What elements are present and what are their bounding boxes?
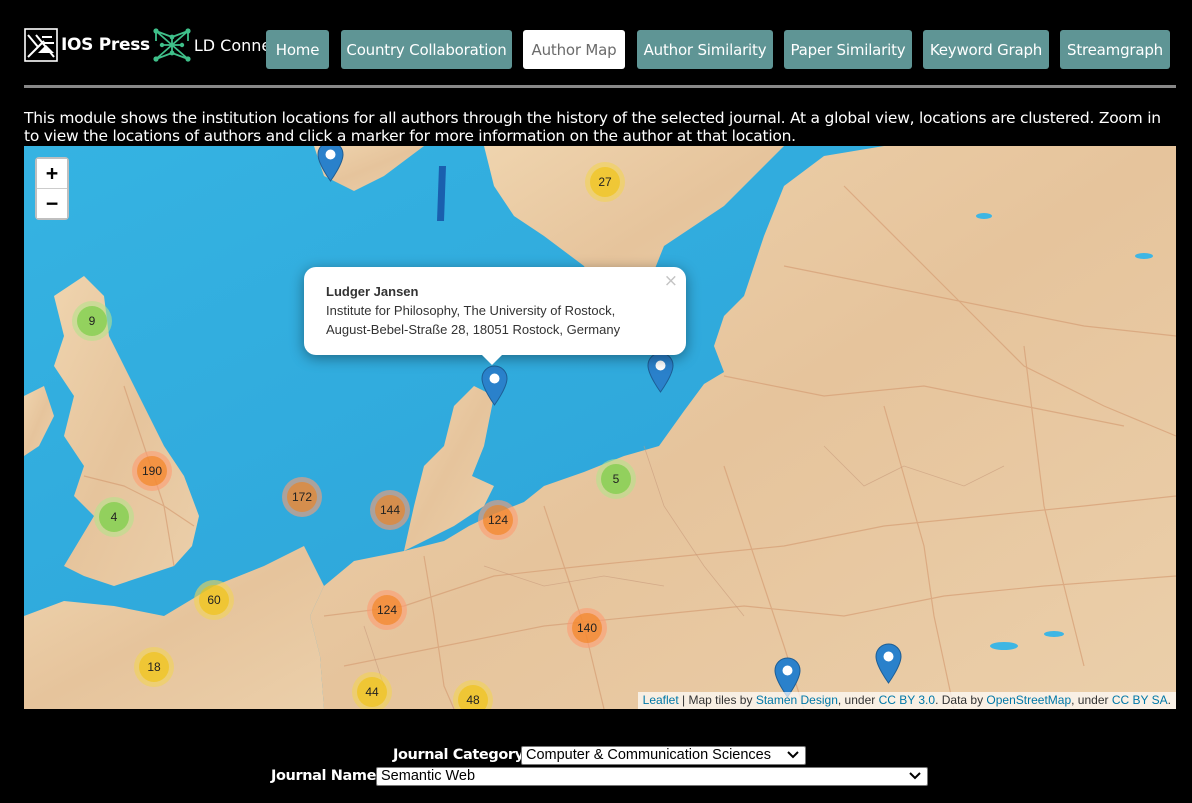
- popup-address: August-Bebel-Straße 28, 18051 Rostock, G…: [326, 322, 621, 337]
- journal-name-label: Journal Name:: [271, 768, 382, 784]
- nav-country-collaboration-button[interactable]: Country Collaboration: [341, 30, 512, 69]
- cluster-count: 144: [375, 495, 405, 525]
- location-marker-icon[interactable]: [317, 146, 344, 182]
- journal-name-select[interactable]: Semantic Web: [376, 767, 928, 786]
- popup-institution: Institute for Philosophy, The University…: [326, 303, 616, 318]
- marker-cluster[interactable]: 27: [585, 162, 625, 202]
- nav-author-map-button[interactable]: Author Map: [523, 30, 625, 69]
- marker-cluster[interactable]: 124: [367, 590, 407, 630]
- journal-category-label: Journal Category:: [393, 747, 530, 763]
- nav-streamgraph-button[interactable]: Streamgraph: [1060, 30, 1170, 69]
- attribution-text: .: [1167, 693, 1171, 707]
- cluster-count: 140: [572, 613, 602, 643]
- ios-press-logo-icon: [24, 28, 58, 62]
- cc-by-link[interactable]: CC BY 3.0: [879, 693, 935, 707]
- marker-cluster[interactable]: 124: [478, 500, 518, 540]
- openstreetmap-link[interactable]: OpenStreetMap: [986, 693, 1071, 707]
- cluster-count: 60: [199, 585, 229, 615]
- marker-cluster[interactable]: 18: [134, 647, 174, 687]
- nav-home-button[interactable]: Home: [266, 30, 329, 69]
- attribution-text: . Data by: [935, 693, 987, 707]
- ios-press-wordmark: IOS Press: [61, 35, 150, 55]
- zoom-control: + −: [35, 157, 69, 220]
- marker-cluster[interactable]: 44: [352, 672, 392, 709]
- cluster-count: 5: [601, 464, 631, 494]
- cluster-count: 172: [287, 482, 317, 512]
- marker-cluster[interactable]: 172: [282, 477, 322, 517]
- popup-tip: [481, 354, 503, 365]
- chevron-down-icon: [909, 772, 921, 780]
- attribution-text: , under: [1071, 693, 1112, 707]
- marker-cluster[interactable]: 190: [132, 451, 172, 491]
- nav-author-similarity-button[interactable]: Author Similarity: [637, 30, 773, 69]
- attribution-text: | Map tiles by: [678, 693, 756, 707]
- journal-category-value: Computer & Communication Sciences: [526, 747, 771, 763]
- marker-cluster[interactable]: 9: [72, 301, 112, 341]
- map-attribution: Leaflet | Map tiles by Stamen Design, un…: [637, 692, 1176, 709]
- zoom-out-button[interactable]: −: [37, 188, 67, 218]
- popup-author-name: Ludger Jansen: [326, 284, 419, 299]
- chevron-down-icon: [787, 751, 799, 759]
- nav-paper-similarity-button[interactable]: Paper Similarity: [784, 30, 912, 69]
- site-logo[interactable]: IOS Press LD Connect: [24, 26, 286, 64]
- cluster-count: 44: [357, 677, 387, 707]
- journal-category-select[interactable]: Computer & Communication Sciences: [521, 746, 806, 765]
- attribution-text: , under: [837, 693, 879, 707]
- marker-cluster[interactable]: 60: [194, 580, 234, 620]
- cluster-count: 124: [483, 505, 513, 535]
- author-popup: × Ludger Jansen Institute for Philosophy…: [304, 267, 686, 365]
- popup-close-button[interactable]: ×: [664, 271, 678, 291]
- cluster-count: 9: [77, 306, 107, 336]
- location-marker-icon[interactable]: [647, 352, 674, 393]
- marker-cluster[interactable]: 140: [567, 608, 607, 648]
- stamen-link[interactable]: Stamen Design: [756, 693, 838, 707]
- nav-keyword-graph-button[interactable]: Keyword Graph: [923, 30, 1049, 69]
- main-nav: Home Country Collaboration Author Map Au…: [266, 30, 1170, 69]
- marker-cluster[interactable]: 5: [596, 459, 636, 499]
- zoom-in-button[interactable]: +: [37, 159, 67, 188]
- ld-connect-logo-icon: [153, 28, 191, 62]
- module-description: This module shows the institution locati…: [24, 109, 1161, 145]
- cluster-count: 27: [590, 167, 620, 197]
- cc-by-sa-link[interactable]: CC BY SA: [1112, 693, 1168, 707]
- header-divider: [24, 85, 1176, 88]
- journal-name-value: Semantic Web: [381, 768, 476, 784]
- location-marker-icon[interactable]: [875, 643, 902, 684]
- leaflet-link[interactable]: Leaflet: [643, 693, 679, 707]
- author-map[interactable]: + − 27 9 190 4 172 144 124 5 60 124 140 …: [24, 146, 1176, 709]
- marker-cluster[interactable]: 144: [370, 490, 410, 530]
- cluster-count: 190: [137, 456, 167, 486]
- marker-cluster[interactable]: 4: [94, 497, 134, 537]
- cluster-count: 18: [139, 652, 169, 682]
- location-marker-icon[interactable]: [481, 365, 508, 406]
- cluster-count: 124: [372, 595, 402, 625]
- cluster-count: 4: [99, 502, 129, 532]
- cluster-count: 48: [458, 685, 488, 709]
